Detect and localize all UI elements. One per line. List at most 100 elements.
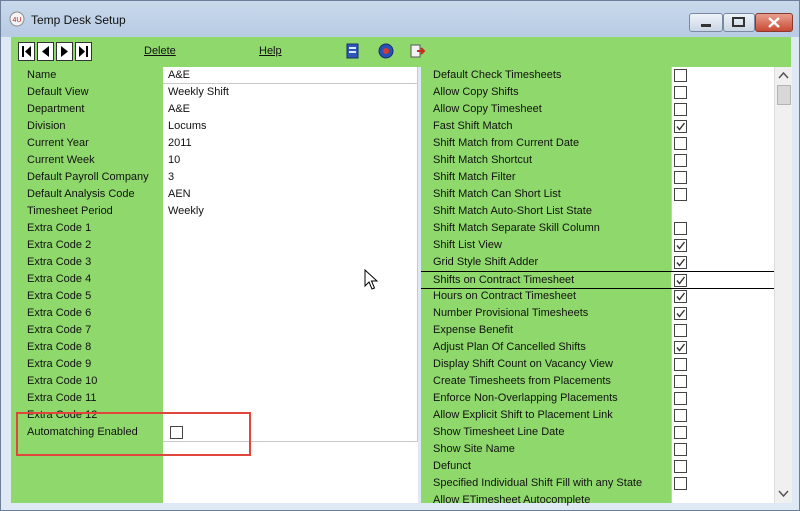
- field-value[interactable]: A&E: [168, 69, 190, 81]
- option-row[interactable]: Expense Benefit: [421, 322, 774, 339]
- field-value[interactable]: Weekly: [168, 205, 204, 217]
- checkmark-icon: [676, 241, 686, 250]
- prev-record-button[interactable]: [37, 42, 54, 61]
- option-checkbox[interactable]: [674, 256, 687, 269]
- option-checkbox[interactable]: [674, 69, 687, 82]
- option-checkbox[interactable]: [674, 375, 687, 388]
- field-row-extra-code-5[interactable]: Extra Code 5: [11, 288, 418, 305]
- field-value[interactable]: Locums: [168, 120, 207, 132]
- option-row[interactable]: Shift Match Filter: [421, 169, 774, 186]
- last-record-button[interactable]: [75, 42, 92, 61]
- option-row[interactable]: Allow Copy Shifts: [421, 84, 774, 101]
- field-row-current-week[interactable]: Current Week 10: [11, 152, 418, 169]
- refresh-icon[interactable]: [377, 42, 395, 60]
- option-row[interactable]: Allow Explicit Shift to Placement Link: [421, 407, 774, 424]
- field-row-default-payroll-company[interactable]: Default Payroll Company 3: [11, 169, 418, 186]
- option-row[interactable]: Show Timesheet Line Date: [421, 424, 774, 441]
- option-row[interactable]: Shift Match Separate Skill Column: [421, 220, 774, 237]
- option-row[interactable]: Allow Copy Timesheet: [421, 101, 774, 118]
- scroll-up-icon[interactable]: [775, 68, 792, 84]
- option-row[interactable]: Shift Match from Current Date: [421, 135, 774, 152]
- field-row-current-year[interactable]: Current Year 2011: [11, 135, 418, 152]
- field-row-extra-code-4[interactable]: Extra Code 4: [11, 271, 418, 288]
- field-value[interactable]: Weekly Shift: [168, 86, 229, 98]
- option-label: Defunct: [433, 460, 471, 472]
- prev-record-icon: [42, 46, 49, 57]
- help-link[interactable]: Help: [259, 45, 282, 57]
- delete-link[interactable]: Delete: [144, 45, 176, 57]
- option-row[interactable]: Create Timesheets from Placements: [421, 373, 774, 390]
- field-label: Extra Code 6: [27, 307, 92, 319]
- option-checkbox[interactable]: [674, 307, 687, 320]
- option-checkbox[interactable]: [674, 426, 687, 439]
- option-checkbox[interactable]: [674, 409, 687, 422]
- maximize-button[interactable]: [723, 13, 755, 32]
- option-row[interactable]: Specified Individual Shift Fill with any…: [421, 475, 774, 492]
- field-row-extra-code-1[interactable]: Extra Code 1: [11, 220, 418, 237]
- minimize-button[interactable]: [689, 13, 723, 32]
- field-value[interactable]: A&E: [168, 103, 190, 115]
- option-checkbox[interactable]: [674, 358, 687, 371]
- field-row-extra-code-11[interactable]: Extra Code 11: [11, 390, 418, 407]
- field-row-timesheet-period[interactable]: Timesheet Period Weekly: [11, 203, 418, 220]
- close-button[interactable]: [755, 13, 793, 32]
- document-icon[interactable]: [344, 42, 362, 60]
- option-checkbox[interactable]: [674, 154, 687, 167]
- field-row-extra-code-3[interactable]: Extra Code 3: [11, 254, 418, 271]
- field-row-extra-code-10[interactable]: Extra Code 10: [11, 373, 418, 390]
- scrollbar-thumb[interactable]: [777, 85, 791, 105]
- option-checkbox[interactable]: [674, 290, 687, 303]
- field-row-default-view[interactable]: Default View Weekly Shift: [11, 84, 418, 101]
- first-record-button[interactable]: [18, 42, 35, 61]
- option-row[interactable]: Fast Shift Match: [421, 118, 774, 135]
- option-row[interactable]: Grid Style Shift Adder: [421, 254, 774, 271]
- option-checkbox[interactable]: [674, 324, 687, 337]
- field-value[interactable]: AEN: [168, 188, 191, 200]
- option-checkbox[interactable]: [674, 222, 687, 235]
- option-row[interactable]: Hours on Contract Timesheet: [421, 288, 774, 305]
- option-checkbox[interactable]: [674, 274, 687, 287]
- next-record-button[interactable]: [56, 42, 73, 61]
- option-checkbox[interactable]: [674, 477, 687, 490]
- field-row-default-analysis-code[interactable]: Default Analysis Code AEN: [11, 186, 418, 203]
- option-checkbox[interactable]: [674, 443, 687, 456]
- option-checkbox[interactable]: [674, 86, 687, 99]
- field-value[interactable]: 10: [168, 154, 180, 166]
- option-row[interactable]: Shift List View: [421, 237, 774, 254]
- field-row-extra-code-7[interactable]: Extra Code 7: [11, 322, 418, 339]
- option-row[interactable]: Show Site Name: [421, 441, 774, 458]
- option-row[interactable]: Defunct: [421, 458, 774, 475]
- option-row[interactable]: Adjust Plan Of Cancelled Shifts: [421, 339, 774, 356]
- option-row[interactable]: Shift Match Shortcut: [421, 152, 774, 169]
- option-row[interactable]: Shift Match Auto-Short List State: [421, 203, 774, 220]
- option-checkbox[interactable]: [674, 188, 687, 201]
- option-checkbox[interactable]: [674, 460, 687, 473]
- option-checkbox[interactable]: [674, 239, 687, 252]
- option-checkbox[interactable]: [674, 341, 687, 354]
- option-row[interactable]: Shifts on Contract Timesheet: [421, 271, 774, 289]
- field-value[interactable]: 2011: [168, 137, 192, 149]
- option-row[interactable]: Allow ETimesheet Autocomplete: [421, 492, 774, 509]
- option-checkbox[interactable]: [674, 392, 687, 405]
- option-checkbox[interactable]: [674, 137, 687, 150]
- option-row[interactable]: Display Shift Count on Vacancy View: [421, 356, 774, 373]
- option-row[interactable]: Default Check Timesheets: [421, 67, 774, 84]
- vertical-scrollbar[interactable]: [774, 67, 792, 503]
- field-row-name[interactable]: Name A&E: [11, 67, 418, 84]
- field-row-extra-code-2[interactable]: Extra Code 2: [11, 237, 418, 254]
- exit-icon[interactable]: [409, 42, 427, 60]
- option-row[interactable]: Enforce Non-Overlapping Placements: [421, 390, 774, 407]
- option-checkbox[interactable]: [674, 120, 687, 133]
- option-checkbox[interactable]: [674, 171, 687, 184]
- field-value[interactable]: 3: [168, 171, 174, 183]
- scroll-down-icon[interactable]: [775, 485, 792, 501]
- option-row[interactable]: Number Provisional Timesheets: [421, 305, 774, 322]
- option-checkbox[interactable]: [674, 103, 687, 116]
- field-row-division[interactable]: Division Locums: [11, 118, 418, 135]
- field-row-department[interactable]: Department A&E: [11, 101, 418, 118]
- field-row-extra-code-9[interactable]: Extra Code 9: [11, 356, 418, 373]
- option-row[interactable]: Shift Match Can Short List: [421, 186, 774, 203]
- field-row-extra-code-6[interactable]: Extra Code 6: [11, 305, 418, 322]
- field-label: Extra Code 3: [27, 256, 92, 268]
- field-row-extra-code-8[interactable]: Extra Code 8: [11, 339, 418, 356]
